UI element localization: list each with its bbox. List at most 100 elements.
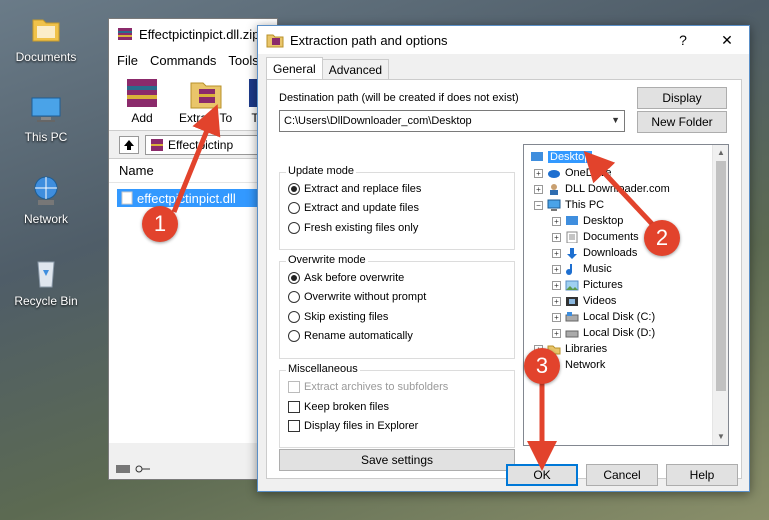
checkbox-icon[interactable] <box>288 401 300 413</box>
tree-label: Local Disk (D:) <box>583 327 656 339</box>
column-header-name[interactable]: Name <box>109 159 277 183</box>
tree-item-music[interactable]: + Music <box>552 261 612 277</box>
overwrite-option-rename[interactable]: Rename automatically <box>288 330 413 342</box>
help-icon[interactable]: ? <box>661 26 705 54</box>
save-settings-button[interactable]: Save settings <box>279 449 515 471</box>
desktop-icon-label: Network <box>23 212 68 226</box>
radio-icon[interactable] <box>288 330 300 342</box>
scrollbar-thumb[interactable] <box>716 161 726 391</box>
option-label: Extract and update files <box>304 202 419 214</box>
option-label: Fresh existing files only <box>304 222 419 234</box>
desktop-icon-network[interactable]: Network <box>8 174 84 226</box>
tree-item-pictures[interactable]: + Pictures <box>552 277 623 293</box>
desktop-icon-recycle-bin[interactable]: Recycle Bin <box>8 256 84 308</box>
tree-scrollbar[interactable]: ▲ ▼ <box>712 145 728 445</box>
update-option-replace[interactable]: Extract and replace files <box>288 183 421 195</box>
extract-to-button[interactable]: Extract To <box>179 75 232 125</box>
ok-button[interactable]: OK <box>506 464 578 486</box>
desktop-icon-label: Documents <box>15 50 77 64</box>
general-tab-panel: Destination path (will be created if doe… <box>266 79 742 479</box>
option-label: Ask before overwrite <box>304 272 405 284</box>
tree-label: Downloads <box>583 247 638 259</box>
misc-option-display-explorer[interactable]: Display files in Explorer <box>288 420 418 432</box>
add-archive-icon <box>121 75 163 111</box>
expand-icon[interactable]: + <box>552 312 561 322</box>
radio-icon[interactable] <box>288 291 300 303</box>
expand-icon[interactable]: + <box>552 248 561 258</box>
desktop-icon-documents[interactable]: Documents <box>8 12 84 64</box>
desktop-icon <box>566 216 578 225</box>
expand-icon[interactable]: + <box>552 328 561 338</box>
expand-icon[interactable]: + <box>534 168 543 178</box>
tree-item-this-pc[interactable]: − This PC <box>534 197 604 213</box>
radio-icon[interactable] <box>288 311 300 323</box>
overwrite-option-skip[interactable]: Skip existing files <box>288 311 388 323</box>
winrar-menubar: File Commands Tools <box>109 49 277 71</box>
radio-icon[interactable] <box>288 222 300 234</box>
radio-selected-icon[interactable] <box>288 272 300 284</box>
up-folder-button[interactable] <box>119 135 139 154</box>
update-option-fresh[interactable]: Fresh existing files only <box>288 222 418 234</box>
pictures-icon <box>565 280 579 291</box>
folder-tree[interactable]: Desktop + OneDrive + DLL Downloader.com … <box>523 144 729 446</box>
tree-item-pc-desktop[interactable]: + Desktop <box>552 213 623 229</box>
checkbox-icon[interactable] <box>288 420 300 432</box>
menu-commands[interactable]: Commands <box>150 53 216 68</box>
archive-path-field[interactable]: Effectpictinp <box>145 134 265 155</box>
expand-icon[interactable]: + <box>534 184 543 194</box>
videos-icon <box>566 297 578 306</box>
tree-label: Network <box>565 359 606 371</box>
destination-path-combo[interactable]: C:\Users\DllDownloader_com\Desktop ▼ <box>279 110 625 132</box>
misc-option-keep-broken[interactable]: Keep broken files <box>288 401 389 413</box>
tab-general[interactable]: General <box>266 57 323 79</box>
tree-item-videos[interactable]: + Videos <box>552 293 616 309</box>
tree-item-downloads[interactable]: + Downloads <box>552 245 637 261</box>
option-label: Overwrite without prompt <box>304 291 427 303</box>
close-icon[interactable]: ✕ <box>705 26 749 54</box>
tree-item-disk-d[interactable]: + Local Disk (D:) <box>552 325 655 341</box>
add-button[interactable]: Add <box>121 75 163 125</box>
overwrite-mode-title: Overwrite mode <box>286 254 368 266</box>
option-label: Display files in Explorer <box>304 420 419 432</box>
cancel-button[interactable]: Cancel <box>586 464 658 486</box>
desktop-icon-this-pc[interactable]: This PC <box>8 92 84 144</box>
tab-advanced[interactable]: Advanced <box>321 59 390 79</box>
music-icon <box>566 264 572 275</box>
chevron-down-icon[interactable]: ▼ <box>611 115 620 125</box>
dll-file-icon <box>121 191 133 205</box>
dialog-titlebar[interactable]: Extraction path and options ? ✕ <box>258 26 749 54</box>
tree-item-disk-c[interactable]: + Local Disk (C:) <box>552 309 655 325</box>
collapse-icon[interactable]: − <box>534 200 543 210</box>
update-mode-group: Update mode Extract and replace files Ex… <box>279 165 515 250</box>
tree-label: Libraries <box>565 343 608 355</box>
overwrite-option-ask[interactable]: Ask before overwrite <box>288 272 404 284</box>
new-folder-button[interactable]: New Folder <box>637 111 727 133</box>
help-button[interactable]: Help <box>666 464 738 486</box>
expand-icon[interactable]: + <box>552 216 561 226</box>
overwrite-option-overwrite[interactable]: Overwrite without prompt <box>288 291 426 303</box>
tree-item-documents[interactable]: + Documents <box>552 229 639 245</box>
desktop-icon-label: This PC <box>24 130 68 144</box>
downloads-icon <box>567 248 577 259</box>
expand-icon[interactable]: + <box>552 232 561 242</box>
radio-selected-icon[interactable] <box>288 183 300 195</box>
menu-file[interactable]: File <box>117 53 138 68</box>
tree-item-onedrive[interactable]: + OneDrive <box>534 165 611 181</box>
update-option-update[interactable]: Extract and update files <box>288 202 419 214</box>
radio-icon[interactable] <box>288 202 300 214</box>
onedrive-icon <box>548 170 560 178</box>
archive-icon <box>151 138 163 151</box>
file-row[interactable]: effectpictinpict.dll <box>117 189 267 207</box>
tree-item-user[interactable]: + DLL Downloader.com <box>534 181 670 197</box>
display-button[interactable]: Display <box>637 87 727 109</box>
menu-tools[interactable]: Tools <box>228 53 258 68</box>
scroll-up-icon[interactable]: ▲ <box>713 145 728 161</box>
tree-item-desktop[interactable]: Desktop <box>530 149 593 165</box>
winrar-titlebar[interactable]: Effectpictinpict.dll.zip <box>109 19 277 49</box>
step-badge-3: 3 <box>524 348 560 384</box>
expand-icon[interactable]: + <box>552 296 561 306</box>
expand-icon[interactable]: + <box>552 264 561 274</box>
expand-icon[interactable]: + <box>552 280 561 290</box>
documents-icon <box>566 231 578 243</box>
scroll-down-icon[interactable]: ▼ <box>713 429 728 445</box>
